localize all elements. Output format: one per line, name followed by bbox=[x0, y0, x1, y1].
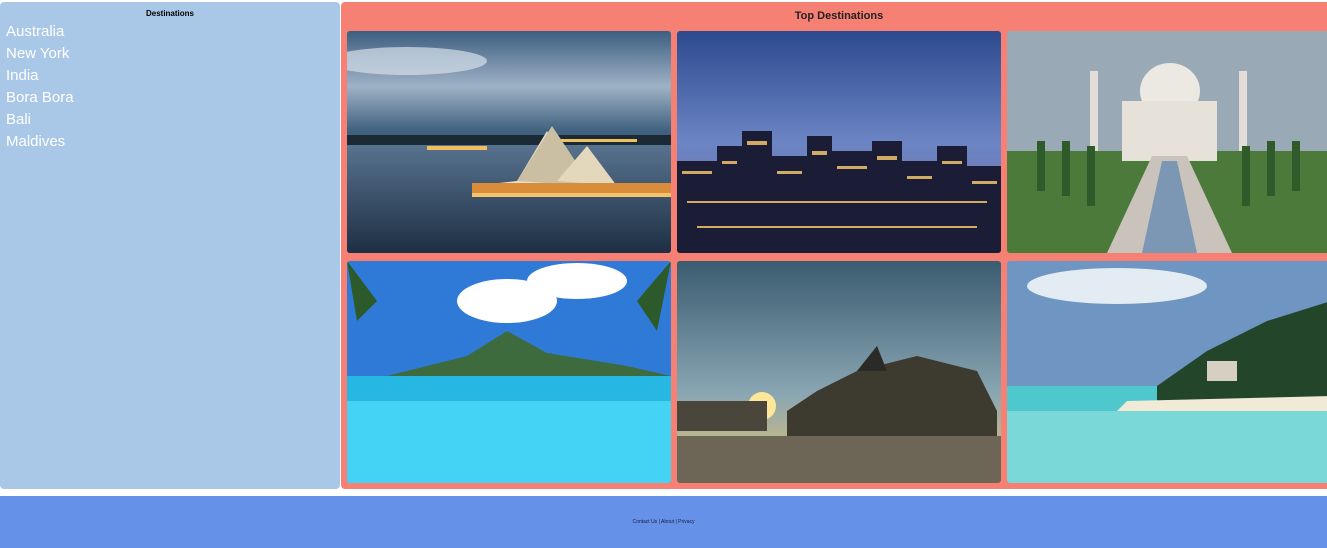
maldives-beach-photo[interactable] bbox=[1007, 261, 1327, 483]
sidebar-item-bora-bora[interactable]: Bora Bora bbox=[6, 87, 340, 109]
sydney-opera-house-photo[interactable] bbox=[347, 31, 671, 253]
sidebar-item-bali[interactable]: Bali bbox=[6, 109, 340, 131]
top-destinations-panel: Top Destinations bbox=[341, 2, 1327, 489]
bali-temple-sunset-photo[interactable] bbox=[677, 261, 1001, 483]
destinations-sidebar: Destinations Australia New York India Bo… bbox=[0, 2, 340, 489]
sidebar-item-maldives[interactable]: Maldives bbox=[6, 131, 340, 153]
footer: Contact Us | About | Privacy bbox=[0, 496, 1327, 548]
bora-bora-lagoon-photo[interactable] bbox=[347, 261, 671, 483]
sidebar-item-new-york[interactable]: New York bbox=[6, 43, 340, 65]
taj-mahal-photo[interactable] bbox=[1007, 31, 1327, 253]
footer-links[interactable]: Contact Us | About | Privacy bbox=[632, 519, 694, 525]
new-york-skyline-photo[interactable] bbox=[677, 31, 1001, 253]
main-title: Top Destinations bbox=[794, 10, 884, 22]
sidebar-title: Destinations bbox=[145, 9, 194, 18]
destinations-list: Australia New York India Bora Bora Bali … bbox=[0, 21, 340, 153]
sidebar-item-australia[interactable]: Australia bbox=[6, 21, 340, 43]
sidebar-item-india[interactable]: India bbox=[6, 65, 340, 87]
